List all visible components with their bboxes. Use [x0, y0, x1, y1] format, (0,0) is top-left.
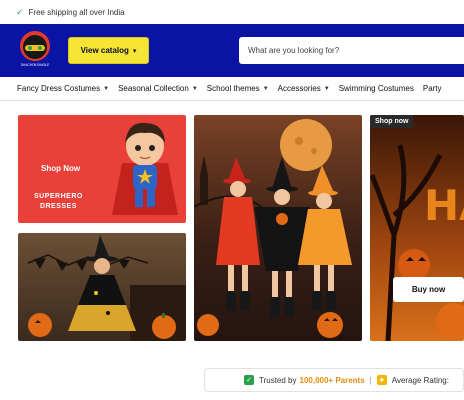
superhero-title-line1: SUPERHERO — [34, 193, 83, 200]
shop-now-tag[interactable]: Shop now — [370, 115, 414, 128]
nav-item-label: Party — [422, 84, 442, 93]
trusted-by-text: Trusted by — [259, 375, 297, 385]
view-catalog-button[interactable]: View catalog ▾ — [68, 37, 149, 64]
nav-item-party[interactable]: Party — [423, 84, 442, 93]
halloween-banner[interactable]: HA Shop now Buy now — [370, 115, 464, 341]
superhero-title: SUPERHERO DRESSES — [34, 192, 83, 212]
chevron-down-icon: ▼ — [323, 85, 330, 92]
buy-now-button[interactable]: Buy now — [393, 277, 464, 302]
nav-item-swimming[interactable]: Swimming Costumes — [339, 84, 414, 93]
chevron-down-icon: ▼ — [262, 85, 269, 92]
shipping-bar: ✓ Free shipping all over India — [0, 0, 464, 24]
logo-text: DHACHOKSHASLE — [21, 63, 50, 67]
chevron-down-icon: ▼ — [103, 85, 110, 92]
superhero-illustration — [112, 122, 178, 215]
average-rating-label: Average Rating: — [391, 375, 449, 385]
nav-item-label: Seasonal Collection — [118, 84, 189, 93]
chevron-down-icon: ▼ — [191, 85, 198, 92]
nav-item-label: Swimming Costumes — [338, 84, 414, 93]
nav-item-label: Accessories — [277, 84, 321, 93]
halloween-headline: HA — [424, 181, 464, 230]
chevron-down-icon: ▾ — [132, 47, 137, 55]
brand-logo[interactable]: DHACHOKSHASLE — [17, 29, 53, 72]
check-badge-icon: ✓ — [244, 375, 254, 385]
wizard-costume-banner[interactable] — [18, 233, 186, 341]
view-catalog-label: View catalog — [80, 46, 129, 55]
search-input[interactable] — [239, 37, 464, 64]
witch-costumes-photo — [194, 119, 352, 338]
nav-item-label: School themes — [206, 84, 260, 93]
nav-item-label: Fancy Dress Costumes — [17, 84, 101, 93]
trust-bar: ✓ Trusted by 100,000+ Parents | ★ Averag… — [204, 368, 464, 392]
site-header: DHACHOKSHASLE View catalog ▾ — [0, 24, 464, 77]
trusted-parents-count: 100,000+ Parents — [299, 375, 365, 385]
nav-item-school-themes[interactable]: School themes ▼ — [207, 84, 269, 93]
check-icon: ✓ — [16, 6, 24, 17]
trust-separator: | — [369, 375, 372, 385]
shipping-text: Free shipping all over India — [28, 7, 125, 17]
superhero-title-line2: DRESSES — [39, 203, 77, 210]
wizard-costume-photo — [27, 235, 186, 341]
shop-now-link[interactable]: Shop Now — [41, 164, 80, 173]
star-icon: ★ — [376, 375, 387, 385]
superhero-banner[interactable]: Shop Now SUPERHERO DRESSES — [18, 115, 186, 223]
nav-item-fancy-dress[interactable]: Fancy Dress Costumes ▼ — [17, 84, 109, 93]
category-nav: Fancy Dress Costumes ▼ Seasonal Collecti… — [0, 77, 464, 101]
witch-costumes-banner[interactable] — [194, 115, 362, 341]
nav-item-accessories[interactable]: Accessories ▼ — [278, 84, 330, 93]
nav-item-seasonal[interactable]: Seasonal Collection ▼ — [118, 84, 198, 93]
